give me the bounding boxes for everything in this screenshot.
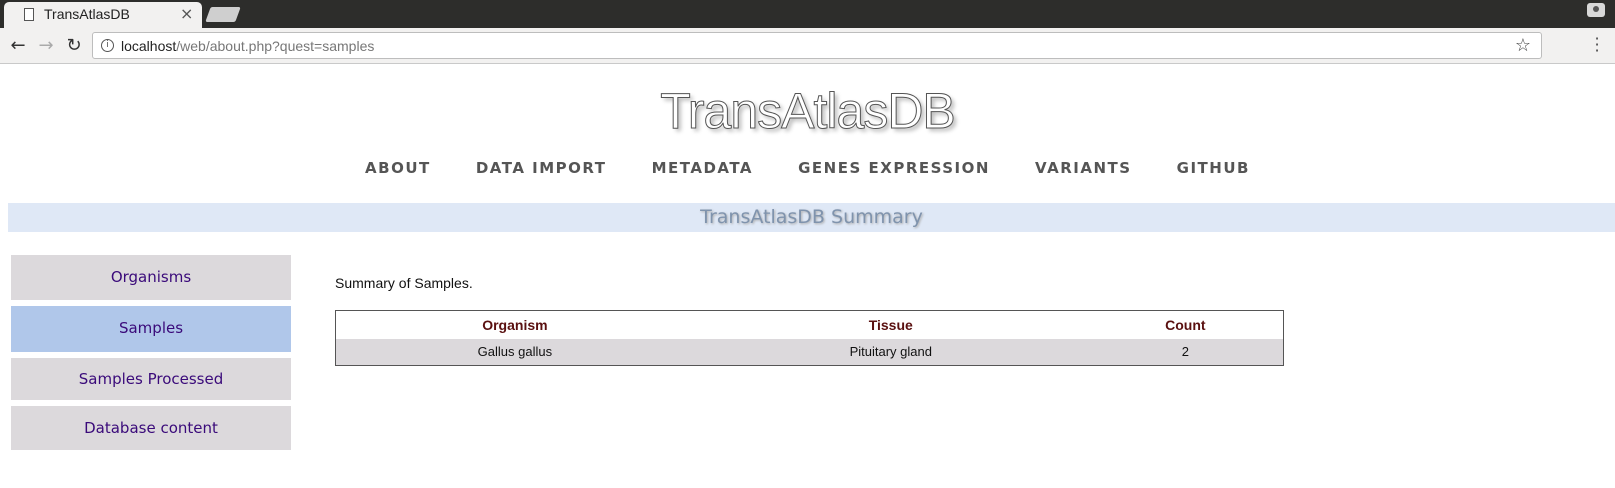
profile-icon[interactable] <box>1587 3 1605 17</box>
forward-arrow-icon[interactable]: → <box>34 34 58 58</box>
menu-dots-icon[interactable]: · · · <box>1590 31 1604 59</box>
info-icon[interactable]: i <box>101 39 114 52</box>
nav-variants[interactable]: VARIANTS <box>1035 159 1132 177</box>
browser-toolbar: ← → ↻ i localhost/web/about.php?quest=sa… <box>0 28 1615 64</box>
table-header-row: Organism Tissue Count <box>335 310 1284 339</box>
nav-genes-expression[interactable]: GENES EXPRESSION <box>798 159 990 177</box>
browser-tab-bar: TransAtlasDB × <box>0 0 1615 28</box>
sidebar: Organisms Samples Samples Processed Data… <box>11 255 291 456</box>
sidebar-item-samples-processed[interactable]: Samples Processed <box>11 358 291 400</box>
cell-organism: Gallus gallus <box>335 338 694 366</box>
main-nav: ABOUT DATA IMPORT METADATA GENES EXPRESS… <box>0 158 1615 177</box>
nav-metadata[interactable]: METADATA <box>652 159 753 177</box>
summary-heading: TransAtlasDB Summary <box>8 203 1615 232</box>
browser-tab[interactable]: TransAtlasDB × <box>4 2 202 28</box>
document-icon <box>24 8 34 21</box>
content-intro: Summary of Samples. <box>335 275 473 291</box>
column-header-tissue: Tissue <box>693 310 1088 339</box>
address-bar[interactable]: i localhost/web/about.php?quest=samples … <box>92 32 1542 59</box>
sidebar-item-organisms[interactable]: Organisms <box>11 255 291 300</box>
url-path: /web/about.php?quest=samples <box>176 38 375 54</box>
sidebar-item-samples[interactable]: Samples <box>11 306 291 352</box>
url-text[interactable]: localhost/web/about.php?quest=samples <box>121 38 374 54</box>
new-tab-button[interactable] <box>205 7 241 22</box>
sidebar-item-database-content[interactable]: Database content <box>11 406 291 450</box>
tab-title: TransAtlasDB <box>44 6 130 22</box>
site-title: TransAtlasDB <box>660 83 957 140</box>
reload-icon[interactable]: ↻ <box>62 34 86 58</box>
cell-tissue: Pituitary gland <box>693 338 1088 366</box>
bookmark-star-icon[interactable]: ☆ <box>1515 35 1531 56</box>
nav-github[interactable]: GITHUB <box>1177 159 1250 177</box>
column-header-count: Count <box>1087 310 1284 339</box>
samples-table: Organism Tissue Count Gallus gallus Pitu… <box>335 310 1284 366</box>
cell-count: 2 <box>1087 338 1284 366</box>
column-header-organism: Organism <box>335 310 694 339</box>
url-host: localhost <box>121 38 177 54</box>
table-row: Gallus gallus Pituitary gland 2 <box>335 338 1284 366</box>
back-arrow-icon[interactable]: ← <box>6 34 30 58</box>
nav-about[interactable]: ABOUT <box>365 159 431 177</box>
nav-data-import[interactable]: DATA IMPORT <box>476 159 607 177</box>
close-icon[interactable]: × <box>180 4 193 23</box>
